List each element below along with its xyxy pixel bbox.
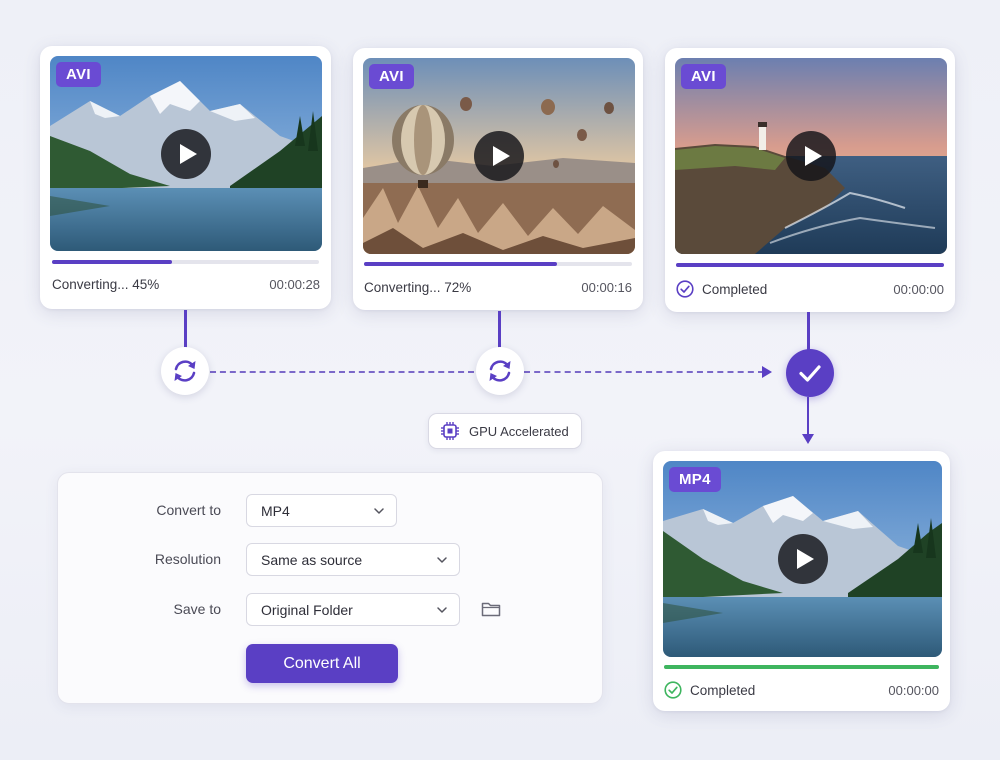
convert-to-label: Convert to [156, 502, 221, 518]
gpu-accelerated-badge: GPU Accelerated [428, 413, 582, 449]
sync-node-1 [161, 347, 209, 395]
chevron-down-icon [437, 556, 447, 563]
connector-line-4 [807, 397, 809, 437]
status-row: Converting... 45% 00:00:28 [52, 277, 320, 292]
folder-icon [481, 602, 501, 617]
convert-to-value: MP4 [261, 502, 290, 519]
time-remaining: 00:00:00 [893, 281, 944, 297]
connector-line-1 [184, 310, 187, 348]
format-badge: AVI [681, 64, 726, 89]
play-icon [796, 549, 814, 569]
status-group: Completed [676, 280, 767, 298]
progress-bar [364, 262, 632, 266]
format-badge: AVI [369, 64, 414, 89]
progress-bar [676, 263, 944, 267]
browse-folder-button[interactable] [480, 598, 502, 620]
play-icon [180, 143, 197, 164]
progress-fill [52, 260, 173, 264]
play-icon [493, 146, 510, 166]
status-text: Converting... 45% [52, 277, 160, 292]
time-remaining: 00:00:28 [269, 277, 320, 292]
time-remaining: 00:00:16 [581, 280, 632, 295]
chevron-down-icon [374, 507, 384, 514]
play-button[interactable] [161, 128, 211, 179]
sync-node-2 [476, 347, 524, 395]
status-row: Completed 00:00:00 [664, 681, 939, 699]
status-text: Converting... 72% [364, 280, 472, 295]
status-group: Completed [664, 681, 755, 699]
convert-to-select[interactable]: MP4 [246, 494, 397, 527]
dashed-flow-line-2 [524, 371, 764, 373]
convert-all-button[interactable]: Convert All [246, 644, 398, 683]
format-badge: AVI [56, 62, 101, 87]
chevron-down-icon [437, 606, 447, 613]
status-row: Completed 00:00:00 [676, 280, 944, 298]
status-text: Completed [690, 682, 756, 698]
progress-bar [664, 665, 939, 669]
gpu-badge-label: GPU Accelerated [469, 423, 569, 439]
progress-bar [52, 260, 319, 264]
play-icon [805, 146, 822, 166]
play-button[interactable] [786, 131, 836, 181]
sync-icon [489, 360, 511, 382]
time-remaining: 00:00:00 [888, 682, 939, 698]
video-thumbnail-balloons[interactable]: AVI [363, 58, 635, 254]
video-thumbnail-mountain[interactable]: AVI [50, 56, 322, 251]
dashed-flow-line-1 [210, 371, 474, 373]
save-to-select[interactable]: Original Folder [246, 593, 460, 626]
resolution-select[interactable]: Same as source [246, 543, 460, 576]
connector-line-3 [807, 312, 810, 350]
arrow-right-head [762, 366, 772, 378]
check-circle-icon [664, 681, 682, 699]
progress-fill [364, 262, 557, 266]
play-button[interactable] [777, 534, 828, 584]
status-text: Completed [702, 281, 768, 297]
save-to-label: Save to [173, 601, 221, 617]
video-card-3[interactable]: AVI Completed 00:00:00 [665, 48, 955, 312]
checkmark-icon [799, 365, 821, 382]
resolution-value: Same as source [261, 551, 363, 568]
check-circle-icon [676, 280, 694, 298]
format-badge: MP4 [669, 467, 721, 492]
resolution-label: Resolution [154, 551, 221, 567]
video-thumbnail-lighthouse[interactable]: AVI [675, 58, 947, 254]
progress-fill [664, 665, 939, 669]
play-button[interactable] [474, 131, 524, 181]
connector-line-2 [498, 311, 501, 348]
arrow-down-head [802, 434, 814, 444]
video-thumbnail-output[interactable]: MP4 [663, 461, 942, 657]
chip-icon [441, 422, 459, 440]
completed-node [786, 349, 834, 397]
save-to-value: Original Folder [261, 601, 353, 618]
status-row: Converting... 72% 00:00:16 [364, 280, 632, 295]
video-card-1[interactable]: AVI Converting... 45% 00:00:28 [40, 46, 331, 309]
output-video-card[interactable]: MP4 Completed 00:00:00 [653, 451, 950, 711]
progress-fill [676, 263, 944, 267]
sync-icon [174, 360, 196, 382]
video-card-2[interactable]: AVI Converting... 72% 00:00:16 [353, 48, 643, 310]
